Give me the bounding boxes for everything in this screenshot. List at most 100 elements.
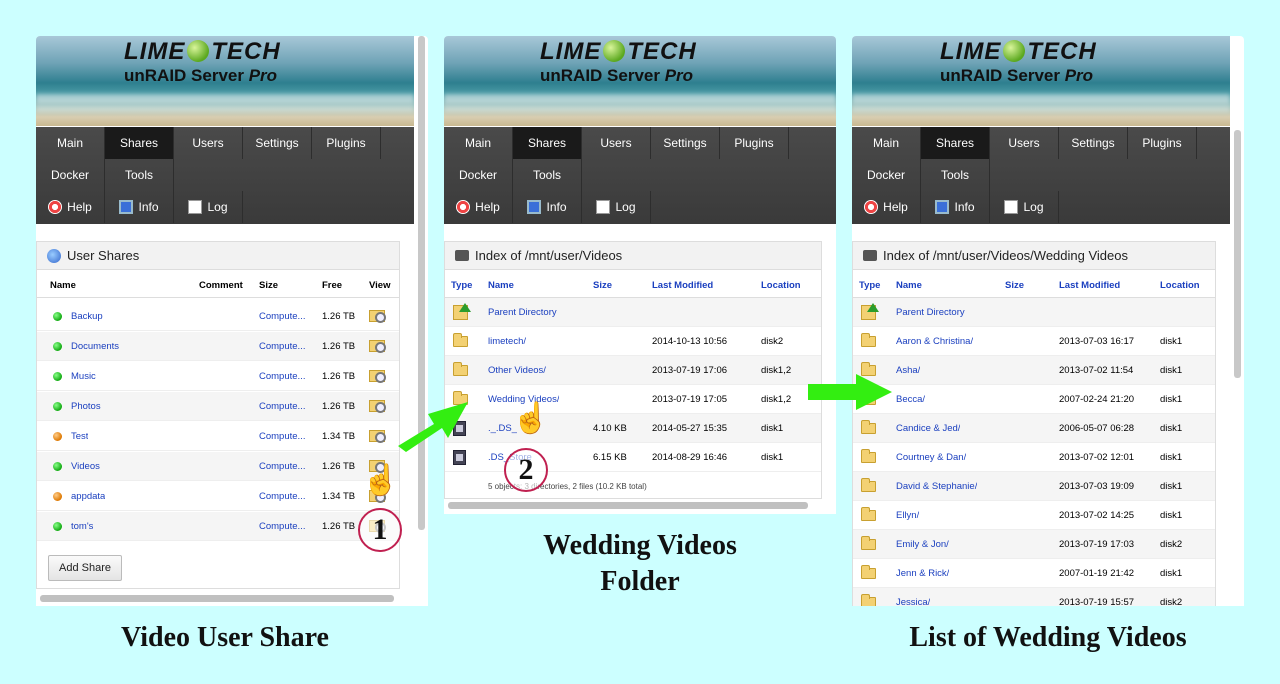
nav-info[interactable]: Info [513,191,582,223]
table-row[interactable]: Jessica/2013-07-19 15:57 disk2 [853,588,1215,606]
nav-help[interactable]: Help [852,191,921,223]
nav-info[interactable]: Info [921,191,990,223]
table-row[interactable]: Parent Directory [445,298,821,327]
share-size-link[interactable]: Compute... [259,392,311,421]
table-row[interactable]: Emily & Jon/2013-07-19 17:03 disk2 [853,530,1215,559]
nav-info[interactable]: Info [105,191,174,223]
share-name-link[interactable]: tom's [71,512,93,541]
table-row[interactable]: Backup Compute... 1.26 TB [37,302,399,331]
nav-users[interactable]: Users [582,127,651,159]
nav-settings[interactable]: Settings [651,127,720,159]
nav-users[interactable]: Users [990,127,1059,159]
col-location[interactable]: Location [761,280,801,291]
col-size[interactable]: Size [593,280,612,291]
share-size-link[interactable]: Compute... [259,512,311,541]
nav-help[interactable]: Help [36,191,105,223]
nav-docker[interactable]: Docker [444,159,513,191]
col-name[interactable]: Name [488,280,514,291]
table-row[interactable]: Photos Compute... 1.26 TB [37,392,399,421]
nav-plugins[interactable]: Plugins [1128,127,1197,159]
table-row[interactable]: Documents Compute... 1.26 TB [37,332,399,361]
nav-docker[interactable]: Docker [36,159,105,191]
col-location[interactable]: Location [1160,280,1200,291]
entry-name-link[interactable]: Jenn & Rick/ [896,559,949,588]
share-name-link[interactable]: Photos [71,392,101,421]
share-size-link[interactable]: Compute... [259,332,311,361]
table-row[interactable]: Videos Compute... 1.26 TB [37,452,399,481]
table-row[interactable]: Candice & Jed/2006-05-07 06:28 disk1 [853,414,1215,443]
browse-folder-icon[interactable] [369,310,386,323]
table-row[interactable]: .DS_Store6.15 KB2014-08-29 16:46disk1 [445,443,821,472]
browse-folder-icon[interactable] [369,430,386,443]
nav-docker[interactable]: Docker [852,159,921,191]
col-free[interactable]: Free [322,280,342,291]
nav-log[interactable]: Log [990,191,1059,223]
table-row[interactable]: Music Compute... 1.26 TB [37,362,399,391]
col-comment[interactable]: Comment [199,280,243,291]
entry-name-link[interactable]: David & Stephanie/ [896,472,977,501]
browse-folder-icon[interactable] [369,400,386,413]
add-share-button[interactable]: Add Share [48,555,122,581]
table-row[interactable]: Courtney & Dan/2013-07-02 12:01 disk1 [853,443,1215,472]
col-name[interactable]: Name [896,280,922,291]
nav-tools[interactable]: Tools [513,159,582,191]
table-row[interactable]: Wedding Videos/2013-07-19 17:05 disk1,2 [445,385,821,414]
col-last-modified[interactable]: Last Modified [1059,280,1120,291]
table-row[interactable]: David & Stephanie/2013-07-03 19:09 disk1 [853,472,1215,501]
nav-shares[interactable]: Shares [513,127,582,159]
nav-main[interactable]: Main [444,127,513,159]
nav-tools[interactable]: Tools [921,159,990,191]
share-name-link[interactable]: appdata [71,482,105,511]
col-last-modified[interactable]: Last Modified [652,280,713,291]
nav-help[interactable]: Help [444,191,513,223]
entry-name-link[interactable]: Asha/ [896,356,920,385]
share-size-link[interactable]: Compute... [259,422,311,451]
table-row[interactable]: appdata Compute... 1.34 TB [37,482,399,511]
entry-name-link[interactable]: Becca/ [896,385,925,414]
col-name[interactable]: Name [50,280,76,291]
nav-plugins[interactable]: Plugins [720,127,789,159]
share-name-link[interactable]: Test [71,422,88,451]
nav-log[interactable]: Log [174,191,243,223]
table-row[interactable]: tom's Compute... 1.26 TB [37,512,399,541]
share-size-link[interactable]: Compute... [259,452,311,481]
nav-tools[interactable]: Tools [105,159,174,191]
entry-name-link[interactable]: Jessica/ [896,588,930,606]
browse-folder-icon[interactable] [369,370,386,383]
scrollbar-horizontal[interactable] [40,595,394,602]
share-name-link[interactable]: Backup [71,302,103,331]
nav-shares[interactable]: Shares [105,127,174,159]
entry-name-link[interactable]: Parent Directory [488,298,557,327]
nav-users[interactable]: Users [174,127,243,159]
share-size-link[interactable]: Compute... [259,482,311,511]
browse-folder-icon[interactable] [369,340,386,353]
nav-shares[interactable]: Shares [921,127,990,159]
share-size-link[interactable]: Compute... [259,362,311,391]
col-type[interactable]: Type [451,280,472,291]
nav-main[interactable]: Main [36,127,105,159]
share-name-link[interactable]: Music [71,362,96,391]
nav-plugins[interactable]: Plugins [312,127,381,159]
share-size-link[interactable]: Compute... [259,302,311,331]
entry-name-link[interactable]: Ellyn/ [896,501,919,530]
nav-log[interactable]: Log [582,191,651,223]
entry-name-link[interactable]: Courtney & Dan/ [896,443,966,472]
nav-settings[interactable]: Settings [1059,127,1128,159]
scrollbar-horizontal[interactable] [448,502,808,509]
table-row[interactable]: Asha/2013-07-02 11:54 disk1 [853,356,1215,385]
nav-settings[interactable]: Settings [243,127,312,159]
entry-name-link[interactable]: Other Videos/ [488,356,546,385]
share-name-link[interactable]: Videos [71,452,100,481]
table-row[interactable]: Other Videos/2013-07-19 17:06 disk1,2 [445,356,821,385]
col-size[interactable]: Size [259,280,278,291]
table-row[interactable]: Jenn & Rick/2007-01-19 21:42 disk1 [853,559,1215,588]
col-size[interactable]: Size [1005,280,1024,291]
table-row[interactable]: Test Compute... 1.34 TB [37,422,399,451]
table-row[interactable]: limetech/2014-10-13 10:56 disk2 [445,327,821,356]
table-row[interactable]: ._.DS_ 4.10 KB 2014-05-27 15:35 disk1 [445,414,821,443]
table-row[interactable]: Ellyn/2013-07-02 14:25 disk1 [853,501,1215,530]
share-name-link[interactable]: Documents [71,332,119,361]
entry-name-link[interactable]: Aaron & Christina/ [896,327,973,356]
entry-name-link[interactable]: Parent Directory [896,298,965,327]
scrollbar-vertical[interactable] [1234,130,1241,378]
